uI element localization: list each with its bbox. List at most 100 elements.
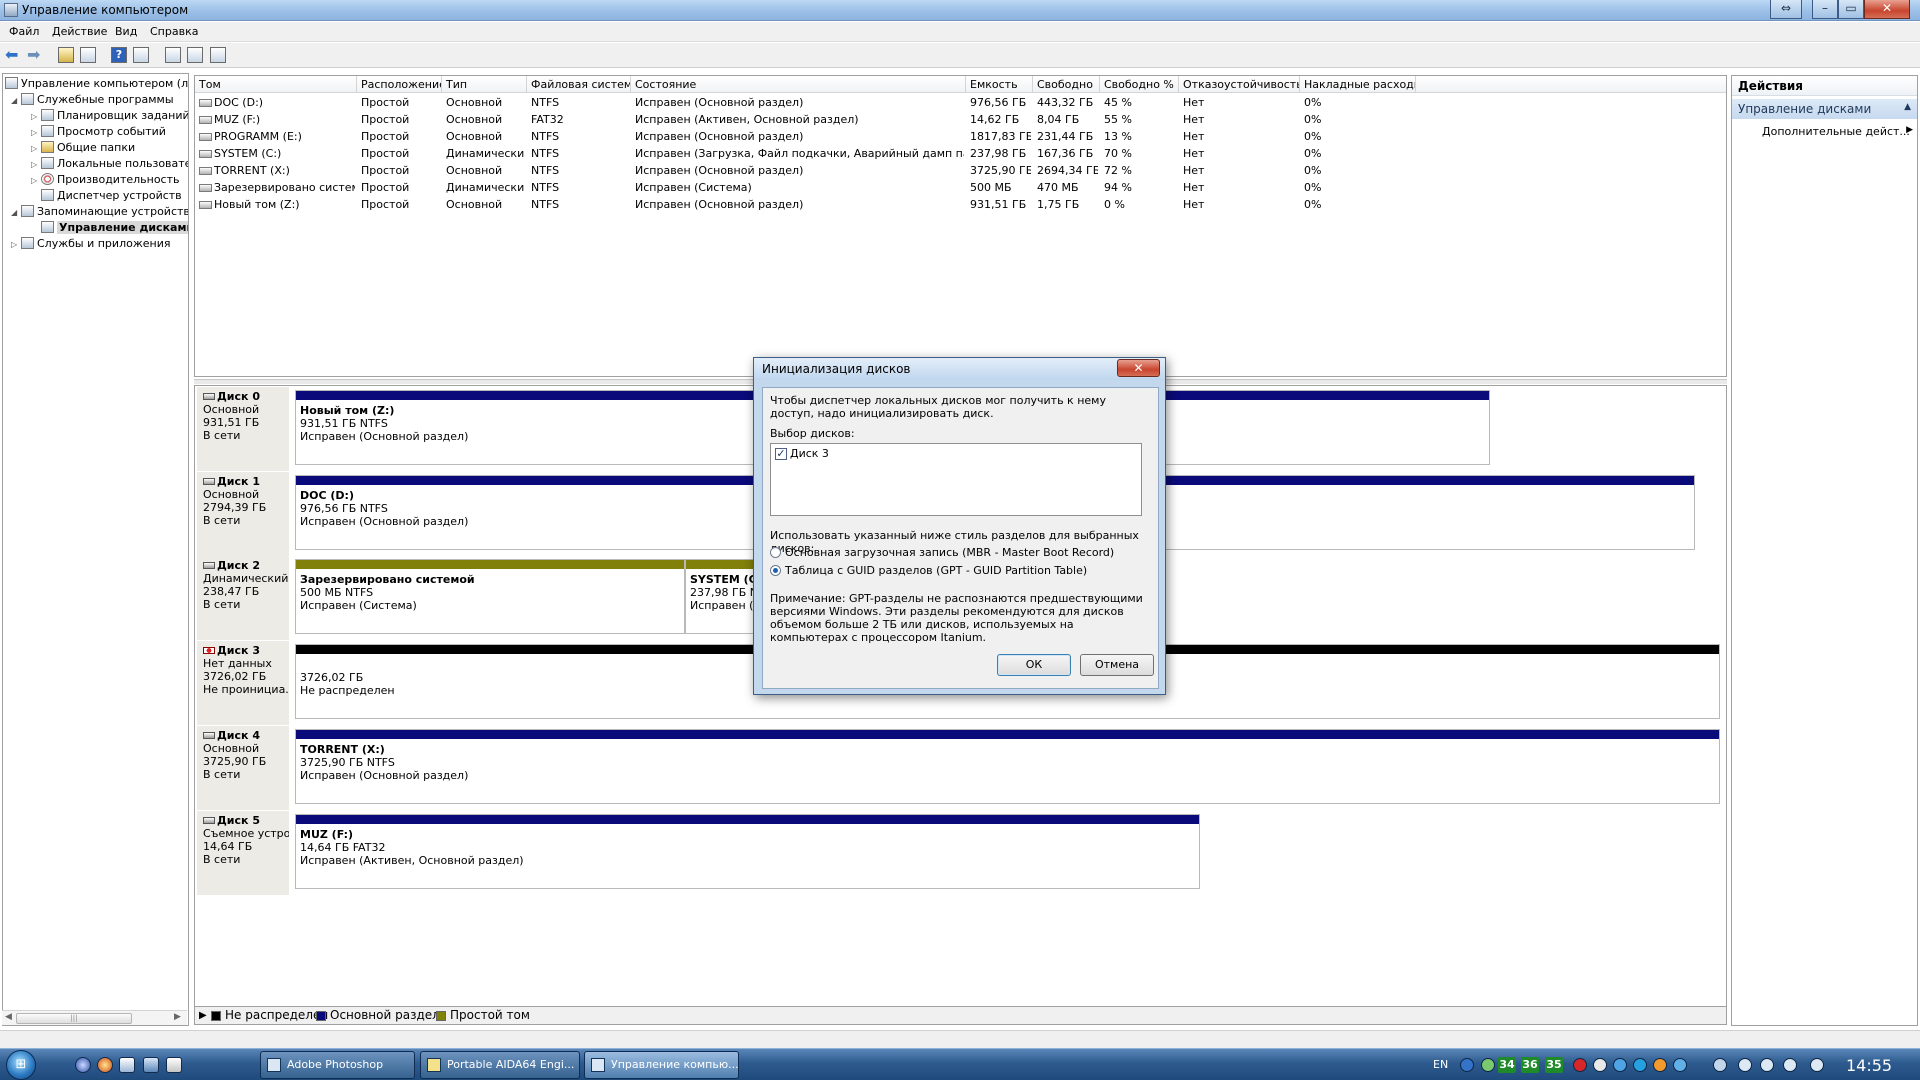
col-header-fault-tolerance[interactable]: Отказоустойчивость	[1179, 76, 1300, 93]
menu-help[interactable]: Справка	[150, 25, 198, 38]
taskbar-photoshop[interactable]: Adobe Photoshop	[260, 1051, 415, 1079]
expand-arrow-icon[interactable]: ▷	[31, 157, 41, 173]
expand-arrow-icon[interactable]: ▷	[11, 237, 21, 253]
expand-arrow-icon[interactable]: ▷	[31, 125, 41, 141]
legend-nav-arrow-icon[interactable]: ▶	[199, 1007, 207, 1024]
tree-item-event-viewer[interactable]: ▷ Просмотр событий	[31, 124, 166, 140]
quicklaunch-explorer-icon[interactable]	[119, 1057, 135, 1073]
tray-network-icon[interactable]	[1481, 1058, 1495, 1072]
tray-skype-icon[interactable]	[1633, 1058, 1647, 1072]
tree-item-shared-folders[interactable]: ▷ Общие папки	[31, 140, 135, 156]
taskbar-clock[interactable]: 14:55	[1846, 1056, 1892, 1075]
tray-app-icon-3[interactable]	[1653, 1058, 1667, 1072]
table-row[interactable]: MUZ (F:) Простой Основной FAT32 Исправен (Ак…	[195, 111, 1726, 128]
tree-item-task-scheduler[interactable]: ▷ Планировщик заданий	[31, 108, 188, 125]
tray-antivirus-icon[interactable]	[1573, 1058, 1587, 1072]
menu-action[interactable]: Действие	[52, 25, 107, 38]
tree-item-services-apps[interactable]: ▷ Службы и приложения	[11, 236, 170, 252]
mbr-radio-label[interactable]: Основная загрузочная запись (MBR - Maste…	[785, 546, 1114, 559]
tray-volume-icon[interactable]	[1810, 1058, 1824, 1072]
partition-2-0[interactable]: Зарезервировано системой 500 МБ NTFS Испра…	[295, 559, 685, 634]
tray-temp-badge-2[interactable]: 36	[1521, 1057, 1539, 1073]
table-row[interactable]: DOC (D:) Простой Основной NTFS Исправен (Осн…	[195, 94, 1726, 111]
dialog-close-button[interactable]: ✕	[1117, 359, 1160, 377]
tree-item-device-manager[interactable]: Диспетчер устройств	[31, 188, 182, 204]
tree-item-system-tools[interactable]: ◢ Служебные программы	[11, 92, 174, 108]
tree-item-computer-management[interactable]: Управление компьютером (лока	[5, 76, 188, 92]
disk-info-1[interactable]: Диск 1 Основной 2794,39 ГБ В сети	[197, 472, 289, 556]
tray-app-icon-6[interactable]	[1738, 1058, 1752, 1072]
refresh-icon[interactable]	[165, 47, 181, 63]
cancel-button[interactable]: Отмена	[1080, 654, 1154, 676]
col-header-free-percent[interactable]: Свободно %	[1100, 76, 1179, 93]
col-header-layout[interactable]: Расположение	[357, 76, 442, 93]
start-button[interactable]: ⊞	[6, 1050, 36, 1080]
col-header-status[interactable]: Состояние	[631, 76, 966, 93]
scrollbar-thumb[interactable]: |||	[16, 1013, 132, 1024]
tree-item-performance[interactable]: ▷ Производительность	[31, 172, 180, 188]
taskbar-aida64[interactable]: Portable AIDA64 Engi...	[420, 1051, 580, 1079]
tray-app-icon-1[interactable]	[1593, 1058, 1607, 1072]
collapse-caret-icon[interactable]: ▲	[1904, 102, 1911, 112]
ok-button[interactable]: ОК	[997, 654, 1071, 676]
scroll-right-icon[interactable]: ▶	[174, 1012, 181, 1022]
tray-app-icon-2[interactable]	[1613, 1058, 1627, 1072]
minimize-button[interactable]: –	[1812, 0, 1838, 19]
tray-display-icon[interactable]	[1783, 1058, 1797, 1072]
menu-file[interactable]: Файл	[9, 25, 39, 38]
forward-arrow-icon[interactable]: ➡	[27, 47, 43, 63]
mbr-radio[interactable]	[770, 547, 781, 558]
tray-app-icon-4[interactable]	[1673, 1058, 1687, 1072]
tree-horizontal-scrollbar[interactable]: ◀ ||| ▶	[2, 1010, 187, 1025]
col-header-volume[interactable]: Том	[195, 76, 357, 93]
quicklaunch-calendar-icon[interactable]	[166, 1057, 182, 1073]
disk-info-5[interactable]: Диск 5 Съемное устрой 14,64 ГБ В сети	[197, 811, 289, 895]
table-row[interactable]: TORRENT (X:) Простой Основной NTFS Исправен …	[195, 162, 1726, 179]
properties-icon[interactable]	[187, 47, 203, 63]
quicklaunch-chrome-icon[interactable]	[97, 1057, 113, 1073]
collapse-arrow-icon[interactable]: ◢	[11, 93, 21, 109]
back-arrow-icon[interactable]: ⬅	[5, 47, 21, 63]
table-row[interactable]: PROGRAMM (E:) Простой Основной NTFS Исправен…	[195, 128, 1726, 145]
show-hide-tree-icon[interactable]	[80, 47, 96, 63]
table-row[interactable]: Зарезервировано системой Простой Динамичес…	[195, 179, 1726, 196]
taskbar-computer-management[interactable]: Управление компью...	[584, 1051, 739, 1079]
col-header-capacity[interactable]: Емкость	[966, 76, 1033, 93]
gpt-radio-label[interactable]: Таблица с GUID разделов (GPT - GUID Part…	[785, 564, 1087, 577]
disk-3-checkbox[interactable]: ✓	[775, 448, 787, 460]
more-actions-link[interactable]: Дополнительные дейст...	[1762, 125, 1910, 138]
disk-info-2[interactable]: Диск 2 Динамический 238,47 ГБ В сети	[197, 556, 289, 640]
submenu-arrow-icon[interactable]: ▶	[1906, 125, 1913, 135]
disk-info-0[interactable]: Диск 0 Основной 931,51 ГБ В сети	[197, 387, 289, 471]
col-header-free[interactable]: Свободно	[1033, 76, 1100, 93]
disk-info-3[interactable]: Диск 3 Нет данных 3726,02 ГБ Не проинициа..…	[197, 641, 289, 725]
col-header-filesystem[interactable]: Файловая система	[527, 76, 631, 93]
language-indicator[interactable]: EN	[1433, 1058, 1448, 1071]
col-header-overhead[interactable]: Накладные расходы	[1300, 76, 1416, 93]
tree-item-storage[interactable]: ◢ Запоминающие устройства	[11, 204, 188, 221]
gpt-radio[interactable]	[770, 565, 781, 576]
partition-5-0[interactable]: MUZ (F:) 14,64 ГБ FAT32 Исправен (Активен,…	[295, 814, 1200, 889]
table-row[interactable]: SYSTEM (C:) Простой Динамический NTFS Исправ…	[195, 145, 1726, 162]
settings-icon[interactable]	[210, 47, 226, 63]
tray-help-icon[interactable]	[1460, 1058, 1474, 1072]
menu-view[interactable]: Вид	[115, 25, 137, 38]
disk-info-4[interactable]: Диск 4 Основной 3725,90 ГБ В сети	[197, 726, 289, 810]
scroll-left-icon[interactable]: ◀	[5, 1012, 12, 1022]
expand-arrow-icon[interactable]: ▷	[31, 173, 41, 189]
expand-arrow-icon[interactable]: ▷	[31, 141, 41, 157]
tray-temp-badge-1[interactable]: 34	[1498, 1057, 1516, 1073]
tree-item-disk-management[interactable]: Управление дисками	[31, 220, 188, 236]
actions-section-disk-management[interactable]: Управление дисками ▲	[1732, 99, 1917, 119]
quicklaunch-desktop-icon[interactable]	[143, 1057, 159, 1073]
collapse-arrow-icon[interactable]: ◢	[11, 205, 21, 221]
table-row[interactable]: Новый том (Z:) Простой Основной NTFS Исправе…	[195, 196, 1726, 213]
resize-arrows-icon[interactable]: ⇔	[1770, 0, 1802, 19]
col-header-type[interactable]: Тип	[442, 76, 527, 93]
expand-arrow-icon[interactable]: ▷	[31, 109, 41, 125]
tray-flag-icon[interactable]	[1760, 1058, 1774, 1072]
maximize-button[interactable]: ▭	[1838, 0, 1864, 19]
tree-item-local-users[interactable]: ▷ Локальные пользовател	[31, 156, 188, 173]
partition-4-0[interactable]: TORRENT (X:) 3725,90 ГБ NTFS Исправен (Осн…	[295, 729, 1720, 804]
help-icon[interactable]: ?	[111, 47, 127, 63]
